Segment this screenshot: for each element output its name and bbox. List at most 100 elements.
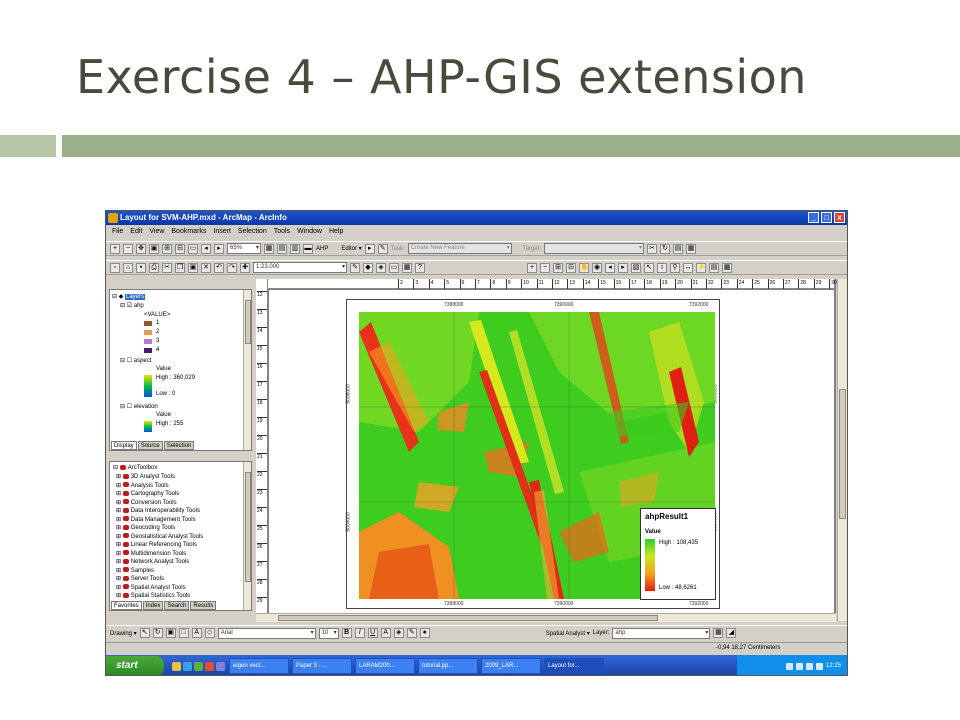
tray-icon[interactable] bbox=[805, 662, 813, 670]
toc-layer-aspect[interactable]: ⊟ ☐ aspect bbox=[120, 357, 151, 364]
toolbox-item[interactable]: ⊞ 3D Analyst Tools bbox=[116, 473, 175, 480]
edit-vertices-icon[interactable]: ◇ bbox=[204, 628, 215, 638]
print-icon[interactable]: ⎙ bbox=[149, 262, 159, 273]
layout-horizontal-scrollbar[interactable] bbox=[256, 613, 836, 622]
menu-window[interactable]: Window bbox=[297, 226, 322, 238]
fill-color-icon[interactable]: ◈ bbox=[393, 628, 404, 638]
zoom-out-icon[interactable]: − bbox=[123, 243, 133, 254]
attributes-icon[interactable]: ▤ bbox=[673, 243, 684, 254]
toolbox-item[interactable]: ⊞ Linear Referencing Tools bbox=[116, 541, 197, 548]
arccatalog-icon[interactable]: ◆ bbox=[363, 262, 373, 273]
tab-results[interactable]: Results bbox=[190, 601, 217, 610]
paste-icon[interactable]: ▣ bbox=[188, 262, 198, 273]
tray-icon[interactable] bbox=[815, 662, 823, 670]
taskbar-item[interactable]: LARAM200... bbox=[355, 658, 415, 674]
menu-tools[interactable]: Tools bbox=[274, 226, 290, 238]
find-icon[interactable]: ⚲ bbox=[670, 262, 680, 273]
tab-source[interactable]: Source bbox=[137, 441, 163, 450]
zoom-in-icon[interactable]: + bbox=[110, 243, 120, 254]
ahp-toolbar-icon[interactable]: ▬ bbox=[303, 243, 313, 254]
toc-scrollbar[interactable] bbox=[243, 290, 251, 450]
target-select[interactable] bbox=[544, 243, 645, 254]
rotate-tool-icon[interactable]: ↻ bbox=[660, 243, 671, 254]
whats-this-icon[interactable]: ? bbox=[415, 262, 425, 273]
select-features-icon[interactable]: ▧ bbox=[631, 262, 641, 273]
pan-icon[interactable]: ✥ bbox=[136, 243, 146, 254]
new-document-icon[interactable]: ▫ bbox=[110, 262, 120, 273]
toc-root[interactable]: ⊟ ◆ Layers bbox=[112, 293, 145, 300]
spatial-analyst-menu[interactable]: Spatial Analyst ▾ bbox=[546, 630, 590, 637]
toolbox-item[interactable]: ⊞ Spatial Statistics Tools bbox=[116, 592, 190, 599]
italic-icon[interactable]: I bbox=[354, 628, 365, 638]
close-button[interactable]: x bbox=[834, 212, 845, 223]
split-tool-icon[interactable]: ✂ bbox=[647, 243, 658, 254]
taskbar-item[interactable]: tutorial.pp... bbox=[418, 658, 478, 674]
change-layout-icon[interactable]: ▥ bbox=[290, 243, 300, 254]
toc-layer-elevation[interactable]: ⊟ ☐ elevation bbox=[120, 403, 158, 410]
toolbox-item[interactable]: ⊞ Samples bbox=[116, 567, 154, 574]
zoom-whole-page-icon[interactable]: ▣ bbox=[165, 628, 176, 638]
select-elements-icon[interactable]: ↖ bbox=[644, 262, 654, 273]
layout-vertical-scrollbar[interactable] bbox=[837, 279, 847, 621]
toolbox-item[interactable]: ⊞ Cartography Tools bbox=[116, 490, 179, 497]
toolbox-item[interactable]: ⊞ Server Tools bbox=[116, 575, 164, 582]
add-data-icon[interactable]: ✚ bbox=[240, 262, 250, 273]
menu-file[interactable]: File bbox=[112, 226, 123, 238]
time-slider-icon[interactable]: ▤ bbox=[709, 262, 719, 273]
cut-icon[interactable]: ✂ bbox=[162, 262, 172, 273]
rotate-icon[interactable]: ↻ bbox=[152, 628, 163, 638]
command-line-icon[interactable]: ▭ bbox=[389, 262, 399, 273]
tab-display[interactable]: Display bbox=[111, 441, 137, 450]
underline-icon[interactable]: U bbox=[367, 628, 378, 638]
toolbox-item[interactable]: ⊞ Analysis Tools bbox=[116, 482, 169, 489]
editor-menu[interactable]: Editor ▾ bbox=[341, 245, 361, 252]
histogram-icon[interactable]: ▦ bbox=[713, 628, 724, 638]
rectangle-icon[interactable]: □ bbox=[178, 628, 189, 638]
editor-toolbar-icon[interactable]: ✎ bbox=[350, 262, 360, 273]
full-extent-icon[interactable]: ▣ bbox=[149, 243, 159, 254]
app-icon[interactable] bbox=[194, 661, 203, 671]
task-select[interactable]: Create New Feature bbox=[407, 243, 512, 254]
maximize-button[interactable]: □ bbox=[821, 212, 832, 223]
focus-frame-icon[interactable]: ▤ bbox=[277, 243, 287, 254]
app-icon[interactable] bbox=[205, 661, 214, 671]
taskbar-item[interactable]: eigen vect... bbox=[229, 658, 289, 674]
tray-icon[interactable] bbox=[795, 662, 803, 670]
menu-view[interactable]: View bbox=[149, 226, 164, 238]
toolbox-item[interactable]: ⊞ Geostatistical Analyst Tools bbox=[116, 533, 203, 540]
layout-zoom-select[interactable]: 65% bbox=[227, 243, 261, 254]
line-color-icon[interactable]: ✎ bbox=[406, 628, 417, 638]
menu-help[interactable]: Help bbox=[329, 226, 343, 238]
drawing-menu[interactable]: Drawing ▾ bbox=[110, 630, 137, 637]
taskbar-item[interactable]: Layout for... bbox=[544, 658, 604, 674]
open-icon[interactable]: ⌂ bbox=[123, 262, 133, 273]
edit-tool-icon[interactable]: ▸ bbox=[364, 243, 375, 254]
toolbox-item[interactable]: ⊞ Data Management Tools bbox=[116, 516, 196, 523]
minimize-button[interactable]: _ bbox=[808, 212, 819, 223]
tab-search[interactable]: Search bbox=[164, 601, 190, 610]
tab-selection[interactable]: Selection bbox=[163, 441, 195, 450]
app-icon[interactable] bbox=[216, 661, 225, 671]
copy-icon[interactable]: ❐ bbox=[175, 262, 185, 273]
page-icon[interactable]: ▭ bbox=[188, 243, 198, 254]
toolbox-item[interactable]: ⊞ Multidimension Tools bbox=[116, 550, 186, 557]
measure-icon[interactable]: ↔ bbox=[683, 262, 693, 273]
fixed-zoom-out-icon[interactable]: ⊟ bbox=[175, 243, 185, 254]
taskbar-item[interactable]: 2009_LAR... bbox=[481, 658, 541, 674]
ahp-button[interactable]: AHP bbox=[316, 246, 328, 252]
delete-icon[interactable]: ✕ bbox=[201, 262, 211, 273]
undo-icon[interactable]: ↶ bbox=[214, 262, 224, 273]
previous-extent-icon[interactable]: ◂ bbox=[605, 262, 615, 273]
menu-selection[interactable]: Selection bbox=[238, 226, 267, 238]
toc-layer-ahp[interactable]: ⊟ ☑ ahp bbox=[120, 302, 144, 309]
next-extent-icon[interactable]: ▸ bbox=[618, 262, 628, 273]
save-icon[interactable]: ▪ bbox=[136, 262, 146, 273]
map-scale-select[interactable]: 1:23.000 bbox=[253, 262, 347, 273]
menu-bookmarks[interactable]: Bookmarks bbox=[171, 226, 206, 238]
sketch-properties-icon[interactable]: ▦ bbox=[686, 243, 697, 254]
bold-icon[interactable]: B bbox=[341, 628, 352, 638]
back-icon[interactable]: ◂ bbox=[201, 243, 211, 254]
map-legend[interactable]: ahpResult1 Value High : 108,435 Low : 48… bbox=[640, 508, 716, 600]
menu-edit[interactable]: Edit bbox=[130, 226, 142, 238]
toolbox-item[interactable]: ⊞ Geocoding Tools bbox=[116, 524, 175, 531]
